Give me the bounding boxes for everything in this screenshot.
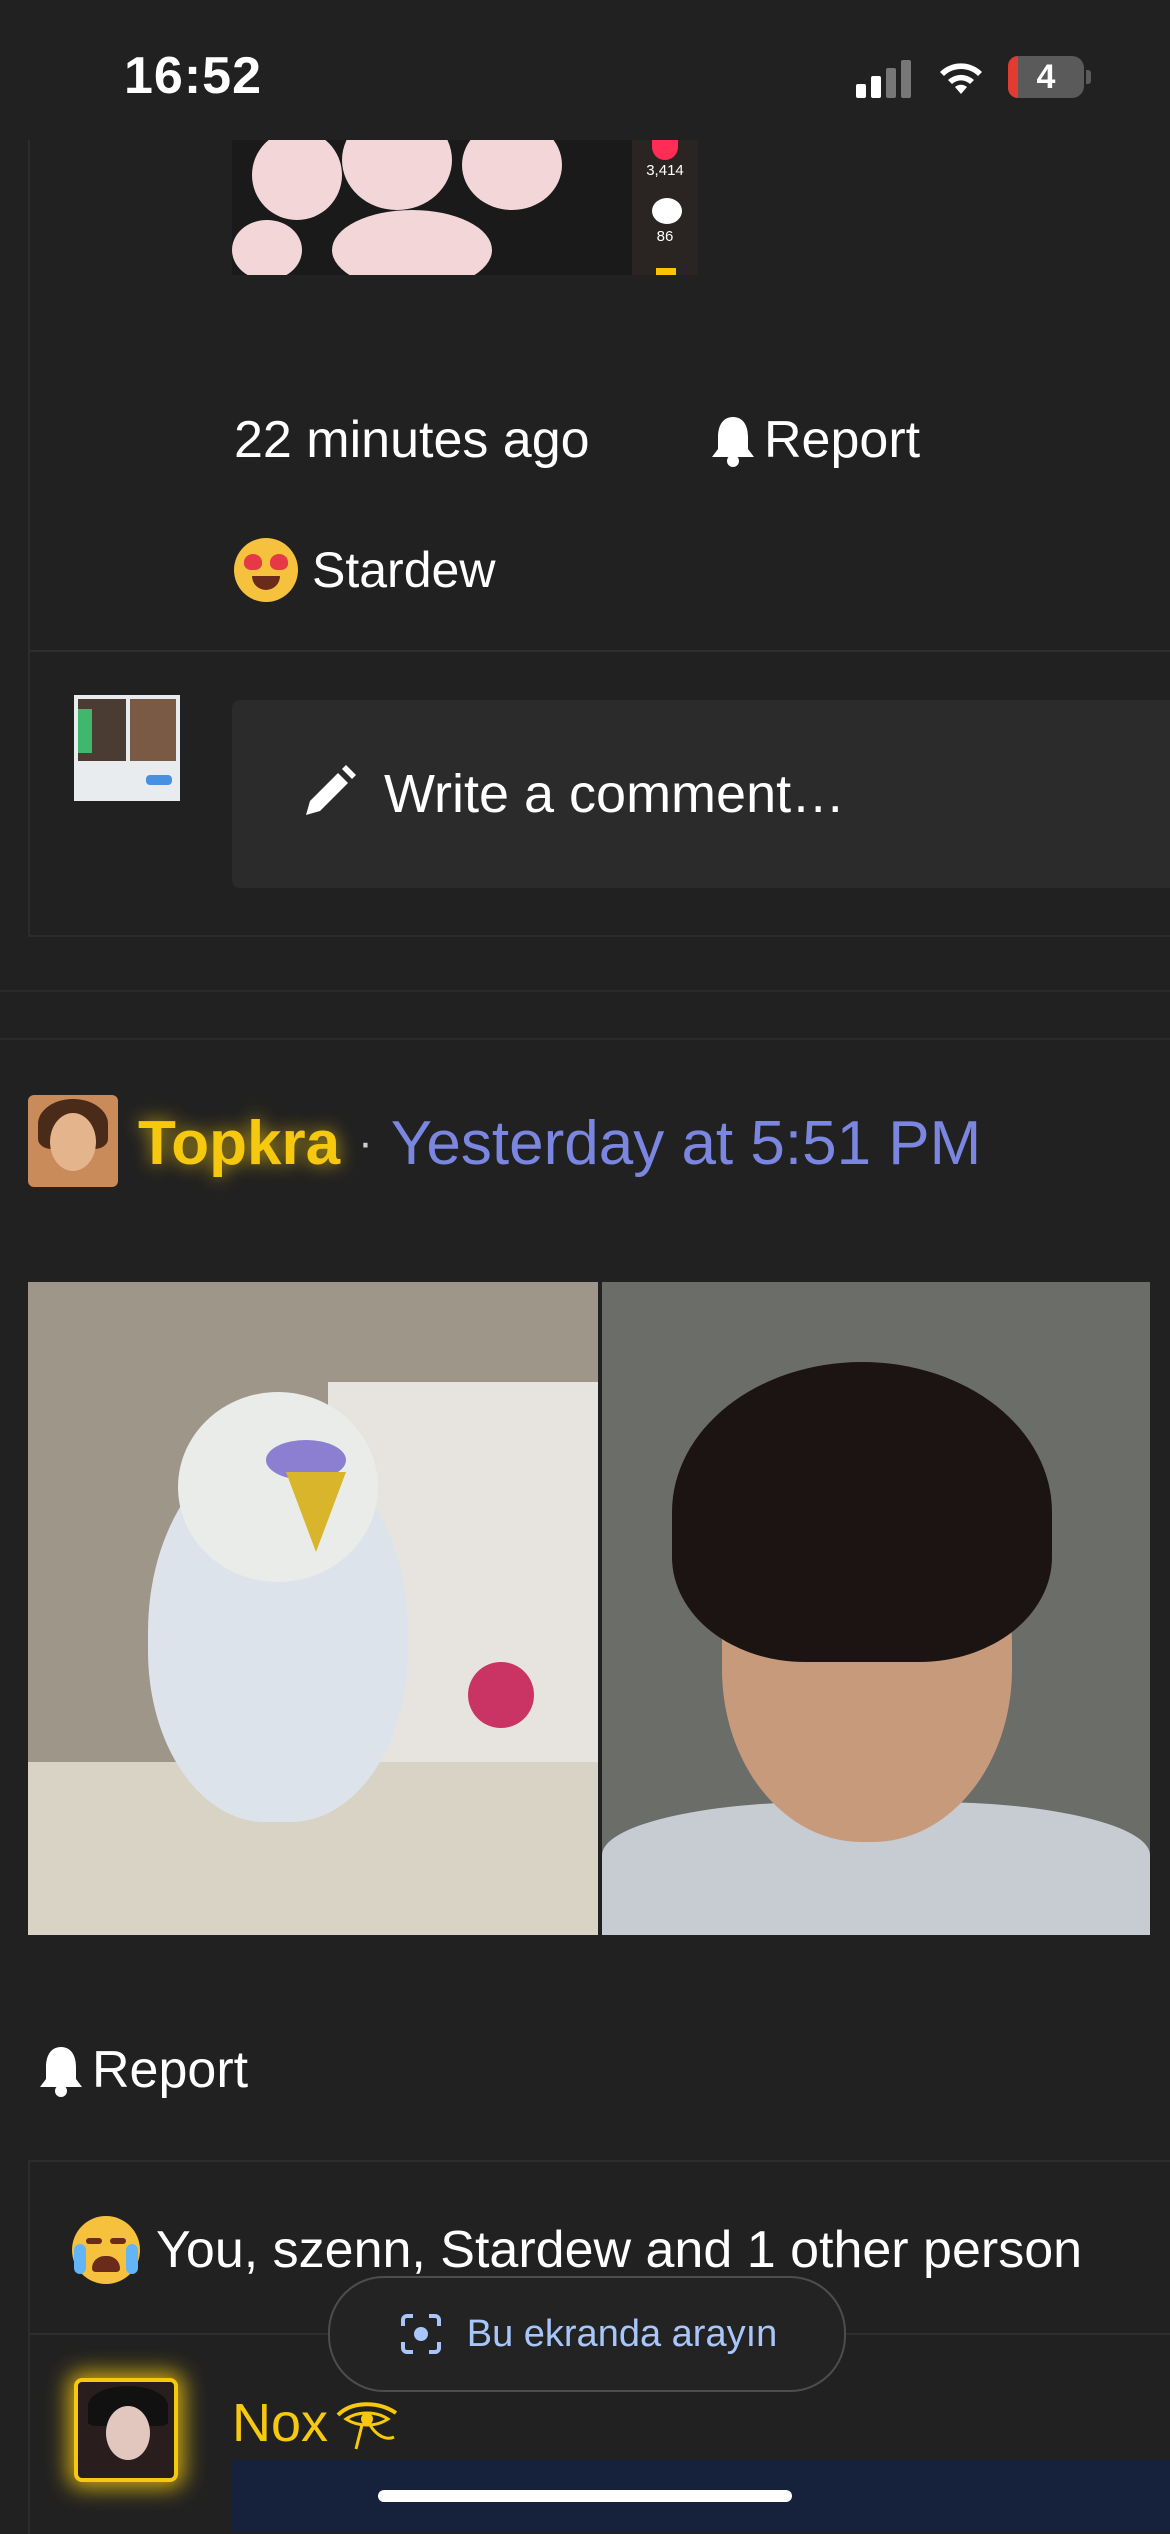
header-separator: · (358, 1118, 373, 1167)
eye-of-horus-icon (336, 2402, 398, 2450)
post-timestamp: 22 minutes ago (234, 411, 590, 469)
reaction-names: Stardew (312, 542, 496, 598)
report-label: Report (764, 411, 921, 469)
search-screen-label: Bu ekranda arayın (466, 2312, 778, 2355)
current-user-avatar (74, 695, 180, 801)
battery-level: 4 (1036, 58, 1056, 96)
reaction-summary[interactable]: You, szenn, Stardew and 1 other person (72, 2215, 1170, 2285)
commenter-avatar[interactable] (74, 2378, 178, 2482)
video-likes: 3,414 (646, 162, 684, 179)
post-header: Topkra · Yesterday at 5:51 PM (138, 1100, 981, 1186)
wifi-icon (940, 63, 982, 94)
post-separator (0, 990, 1170, 992)
author-name[interactable]: Topkra (138, 1108, 340, 1179)
comment-bubble-icon (652, 198, 682, 224)
pencil-icon (306, 765, 356, 815)
commenter-name[interactable]: Nox (232, 2390, 402, 2456)
battery-icon: 4 (1008, 56, 1084, 98)
report-button[interactable]: Report (36, 2035, 248, 2105)
battery-cap (1086, 70, 1091, 84)
comment-placeholder: Write a comment… (384, 764, 846, 824)
report-label: Report (92, 2041, 249, 2099)
lens-icon (400, 2314, 441, 2354)
write-comment-input[interactable]: Write a comment… (232, 700, 1170, 888)
heart-eyes-emoji-icon (234, 538, 298, 602)
status-bar: 16:52 4 (0, 0, 1170, 140)
post-separator (0, 1038, 1170, 1040)
home-indicator[interactable] (378, 2490, 792, 2502)
crying-laughing-emoji-icon (72, 2216, 140, 2284)
status-time: 16:52 (124, 47, 262, 105)
reaction-summary[interactable]: Stardew (234, 535, 495, 605)
heart-icon (652, 140, 678, 160)
video-thumbnail[interactable]: 3,414 86 (232, 140, 698, 275)
reaction-names: You, szenn, Stardew and 1 other person (156, 2221, 1083, 2279)
search-screen-button[interactable]: Bu ekranda arayın (328, 2276, 846, 2392)
cellular-signal-icon (856, 58, 912, 98)
post-photo-bird[interactable] (28, 1282, 598, 1935)
bell-icon (712, 417, 754, 467)
post-photo-person[interactable] (602, 1282, 1150, 1935)
divider (30, 650, 1170, 652)
video-comments: 86 (656, 228, 674, 245)
progress-marker (656, 268, 676, 275)
author-avatar[interactable] (28, 1095, 118, 1187)
bell-icon (40, 2047, 82, 2097)
post-timestamp-link[interactable]: Yesterday at 5:51 PM (391, 1108, 982, 1179)
commenter-name-text: Nox (232, 2393, 329, 2453)
report-button[interactable]: Report (708, 405, 920, 475)
